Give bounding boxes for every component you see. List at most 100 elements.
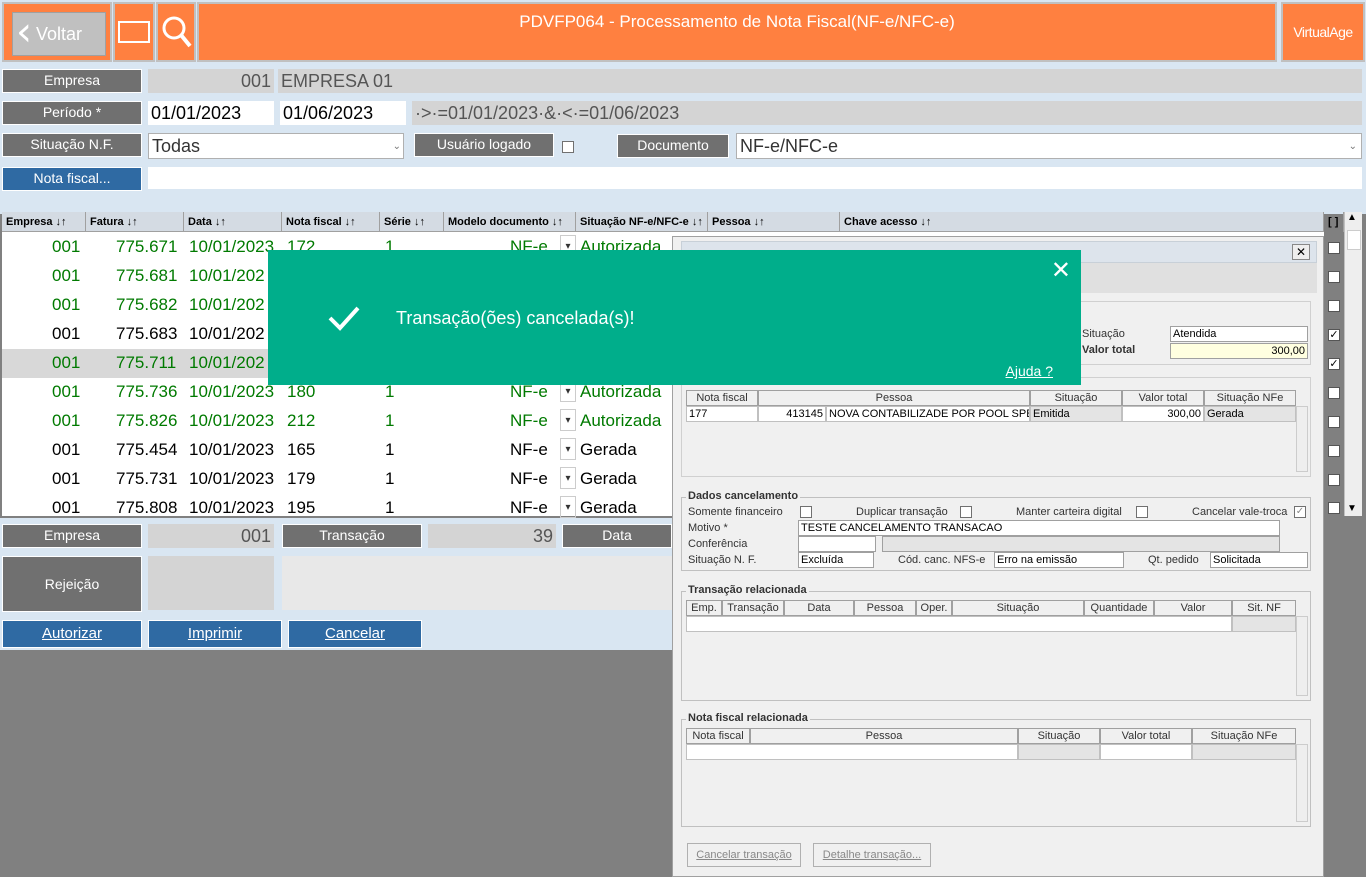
row-checkbox[interactable]: [1328, 271, 1340, 283]
col-nota-fiscal[interactable]: Nota fiscal ↓↑: [282, 212, 380, 232]
row-checkbox[interactable]: [1328, 445, 1340, 457]
window-button[interactable]: [113, 2, 155, 62]
chevron-down-icon[interactable]: ▾: [560, 409, 576, 431]
conferencia-desc: [882, 536, 1280, 552]
row-checkbox[interactable]: [1328, 502, 1340, 514]
row-checkbox[interactable]: [1328, 474, 1340, 486]
table-cell-empresa: 001: [52, 237, 81, 256]
col-data[interactable]: Data ↓↑: [184, 212, 282, 232]
col-select[interactable]: [ ]: [1324, 212, 1344, 232]
nfrel-scrollbar[interactable]: [1296, 744, 1308, 822]
nfrel-cell: [1192, 744, 1296, 760]
col-situacao[interactable]: Situação NF-e/NFC-e ↓↑: [576, 212, 708, 232]
usuario-logado-checkbox[interactable]: [562, 141, 574, 153]
somente-financeiro-label: Somente financeiro: [688, 506, 783, 518]
table-cell-data: 10/01/202: [189, 266, 265, 285]
empresa-name: EMPRESA 01: [278, 69, 1362, 93]
back-button[interactable]: Voltar ‹: [2, 2, 112, 62]
situacao-value: Atendida: [1173, 328, 1217, 340]
nf-cell: NOVA CONTABILIZADE POR POOL SPED: [826, 406, 1030, 422]
situacao-select[interactable]: Atendida: [1170, 326, 1308, 342]
scroll-up-icon[interactable]: ▲: [1347, 212, 1357, 223]
nota-fiscal-input[interactable]: [148, 167, 1362, 189]
table-cell-situacao: Gerada: [580, 498, 637, 517]
table-cell-modelo: NF-e: [510, 498, 548, 517]
table-row[interactable]: 001 775.826 10/01/2023 212 1 NF-e Autorizada ▾: [2, 407, 672, 436]
row-checkbox[interactable]: [1328, 387, 1340, 399]
periodo-end-input[interactable]: 01/06/2023: [280, 101, 406, 125]
cancelar-transacao-button[interactable]: Cancelar transação: [687, 843, 801, 867]
nota-fiscal-button[interactable]: Nota fiscal...: [2, 167, 142, 191]
table-cell-nota: 179: [287, 469, 316, 488]
documento-label[interactable]: Documento: [617, 134, 729, 158]
situacao-select[interactable]: Todas ⌄: [148, 133, 404, 159]
chevron-down-icon[interactable]: ▾: [560, 467, 576, 489]
row-checkbox-checked[interactable]: ✓: [1328, 358, 1340, 370]
col-fatura[interactable]: Fatura ↓↑: [86, 212, 184, 232]
empresa-label[interactable]: Empresa: [2, 69, 142, 93]
nf-scrollbar[interactable]: [1296, 406, 1308, 472]
toast-message: Transação(ões) cancelada(s)!: [396, 308, 635, 328]
table-cell-data: 10/01/2023: [189, 411, 275, 430]
grid-scrollbar[interactable]: ▲ ▼: [1344, 212, 1362, 516]
manter-carteira-checkbox[interactable]: [1136, 506, 1148, 518]
scroll-thumb[interactable]: [1347, 230, 1361, 250]
usuario-logado-button[interactable]: Usuário logado: [414, 133, 554, 157]
transacao-label[interactable]: Transação: [282, 524, 422, 548]
row-checkbox[interactable]: [1328, 300, 1340, 312]
table-row[interactable]: 001 775.731 10/01/2023 179 1 NF-e Gerada ▾: [2, 465, 672, 494]
somente-financeiro-checkbox[interactable]: [800, 506, 812, 518]
scroll-down-icon[interactable]: ▼: [1347, 503, 1357, 514]
motivo-input[interactable]: TESTE CANCELAMENTO TRANSACAO: [798, 520, 1280, 536]
situacao-nf-value: Excluída: [801, 554, 844, 566]
cancelar-button[interactable]: Cancelar: [288, 620, 422, 648]
table-cell-data: 10/01/202: [189, 324, 265, 343]
close-icon[interactable]: ✕: [1292, 244, 1310, 260]
trans-col: Emp.: [686, 600, 722, 616]
row-checkbox-checked[interactable]: ✓: [1328, 329, 1340, 341]
col-serie[interactable]: Série ↓↑: [380, 212, 444, 232]
conferencia-input[interactable]: [798, 536, 876, 552]
trans-row: [686, 616, 1232, 632]
rejeicao-code: [148, 556, 274, 610]
table-cell-situacao: Gerada: [580, 440, 637, 459]
imprimir-button[interactable]: Imprimir: [148, 620, 282, 648]
bottom-empresa-label[interactable]: Empresa: [2, 524, 142, 548]
trans-col: Data: [784, 600, 854, 616]
col-modelo[interactable]: Modelo documento ↓↑: [444, 212, 576, 232]
trans-col: Quantidade: [1084, 600, 1154, 616]
periodo-start-input[interactable]: 01/01/2023: [148, 101, 274, 125]
nfrel-cell: [1018, 744, 1100, 760]
row-checkbox[interactable]: [1328, 416, 1340, 428]
table-cell-fatura: 775.671: [116, 237, 178, 256]
situacao-label: Situação: [1082, 328, 1125, 340]
close-icon[interactable]: ✕: [1051, 256, 1071, 284]
autorizar-button[interactable]: Autorizar: [2, 620, 142, 648]
table-row[interactable]: 001 775.454 10/01/2023 165 1 NF-e Gerada ▾: [2, 436, 672, 465]
periodo-label[interactable]: Período *: [2, 101, 142, 125]
col-empresa[interactable]: Empresa ↓↑: [2, 212, 86, 232]
documento-select[interactable]: NF-e/NFC-e ⌄: [736, 133, 1362, 159]
window-icon: [118, 21, 150, 43]
col-chave[interactable]: Chave acesso ↓↑: [840, 212, 1324, 232]
situacao-nf-select[interactable]: Excluída: [798, 552, 874, 568]
table-cell-empresa: 001: [52, 266, 81, 285]
cod-canc-value: Erro na emissão: [997, 554, 1078, 566]
chevron-down-icon[interactable]: ▾: [560, 496, 576, 518]
search-button[interactable]: [156, 2, 196, 62]
detalhe-transacao-button[interactable]: Detalhe transação...: [813, 843, 931, 867]
data-label[interactable]: Data: [562, 524, 672, 548]
cancelar-vale-checkbox[interactable]: ✓: [1294, 506, 1306, 518]
trans-scrollbar[interactable]: [1296, 616, 1308, 696]
chevron-down-icon[interactable]: ▾: [560, 438, 576, 460]
table-cell-empresa: 001: [52, 469, 81, 488]
duplicar-checkbox[interactable]: [960, 506, 972, 518]
qt-pedido-select[interactable]: Solicitada: [1210, 552, 1308, 568]
help-link[interactable]: Ajuda ?: [1006, 363, 1053, 379]
table-cell-nota: 165: [287, 440, 316, 459]
rejeicao-label[interactable]: Rejeição: [2, 556, 142, 612]
col-pessoa[interactable]: Pessoa ↓↑: [708, 212, 840, 232]
cod-canc-select[interactable]: Erro na emissão: [994, 552, 1124, 568]
row-checkbox[interactable]: [1328, 242, 1340, 254]
situacao-label[interactable]: Situação N.F.: [2, 133, 142, 157]
